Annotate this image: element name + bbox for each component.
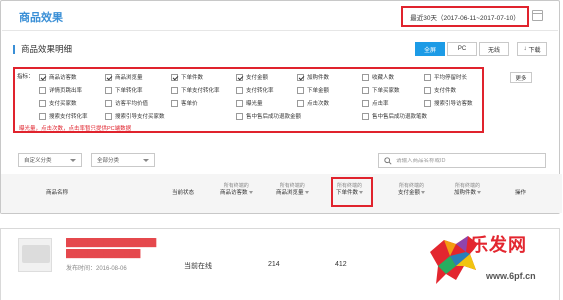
row-views: 412: [335, 261, 347, 268]
metric-option[interactable]: 支付转化率: [236, 86, 274, 94]
search-icon: [384, 156, 392, 165]
sort-icon: [421, 191, 426, 195]
metric-prefix: 指标：: [17, 74, 34, 80]
checkbox[interactable]: [362, 73, 369, 81]
metric-option[interactable]: 支付买家数: [39, 99, 77, 107]
col-cart[interactable]: 所有终端的 加购件数: [454, 183, 482, 197]
tab-wireless[interactable]: 无线: [479, 42, 509, 56]
checkbox[interactable]: [236, 73, 243, 81]
tab-pc[interactable]: PC: [447, 42, 477, 56]
metric-option[interactable]: 平均停留时长: [424, 73, 467, 81]
row-visitors: 214: [268, 261, 280, 268]
metric-option[interactable]: 商品访客数: [39, 73, 77, 81]
metric-option[interactable]: 访客平均价值: [105, 99, 148, 107]
metric-option[interactable]: 加购件数: [297, 73, 329, 81]
metric-option[interactable]: 支付件数: [424, 86, 456, 94]
checkbox[interactable]: [105, 86, 112, 94]
checkbox[interactable]: [105, 112, 112, 120]
page-title: 商品效果: [19, 12, 63, 24]
checkbox[interactable]: [236, 86, 243, 94]
watermark-brand: 乐发网: [470, 235, 527, 256]
checkbox[interactable]: [362, 112, 369, 120]
checkbox[interactable]: [171, 73, 178, 81]
date-range-selector[interactable]: 最近30天（2017-06-11~2017-07-10）: [401, 6, 529, 27]
metric-option[interactable]: 搜索引导支付买家数: [105, 112, 165, 120]
metric-option[interactable]: 搜索引导访客数: [424, 99, 473, 107]
metric-option[interactable]: 收藏人数: [362, 73, 394, 81]
chevron-down-icon: [70, 158, 76, 162]
metric-option[interactable]: 下单金额: [297, 86, 329, 94]
sort-icon: [248, 191, 253, 195]
checkbox[interactable]: [39, 99, 46, 107]
checkbox[interactable]: [236, 99, 243, 107]
checkbox[interactable]: [171, 99, 178, 107]
metric-option[interactable]: 售中售后成功退款金额: [236, 112, 301, 120]
section-title: 商品效果明细: [13, 45, 72, 54]
sort-icon: [304, 191, 309, 195]
checkbox[interactable]: [362, 99, 369, 107]
metric-option[interactable]: 点击率: [362, 99, 389, 107]
checkbox[interactable]: [424, 73, 431, 81]
metric-option[interactable]: 下单转化率: [105, 86, 143, 94]
checkbox[interactable]: [362, 86, 369, 94]
col-visitors[interactable]: 所有终端的 商品访客数: [220, 183, 253, 197]
product-name-redacted[interactable]: █████████████████ ██████████████: [66, 237, 172, 259]
metric-option[interactable]: 下单买家数: [362, 86, 400, 94]
metric-option[interactable]: 客单价: [171, 99, 198, 107]
checkbox[interactable]: [105, 73, 112, 81]
more-button[interactable]: 更多: [510, 72, 532, 83]
checkbox[interactable]: [39, 112, 46, 120]
checkbox[interactable]: [171, 86, 178, 94]
custom-category-dropdown[interactable]: 自定义分类: [18, 153, 82, 167]
metric-option[interactable]: 搜索支付转化率: [39, 112, 88, 120]
product-thumbnail[interactable]: [18, 238, 52, 272]
chevron-down-icon: [143, 158, 149, 162]
checkbox[interactable]: [105, 99, 112, 107]
metric-option[interactable]: 曝光量: [236, 99, 263, 107]
watermark-url: www.6pf.cn: [486, 271, 536, 281]
checkbox[interactable]: [236, 112, 243, 120]
download-label: 下载: [528, 47, 541, 54]
col-payment[interactable]: 所有终端的 支付金额: [398, 183, 426, 197]
search-input[interactable]: [396, 157, 536, 164]
checkbox[interactable]: [39, 73, 46, 81]
checkbox[interactable]: [297, 73, 304, 81]
tab-all[interactable]: 全屏: [415, 42, 445, 56]
checkbox[interactable]: [39, 86, 46, 94]
col-views[interactable]: 所有终端的 商品浏览量: [276, 183, 309, 197]
watermark-logo: 乐发网 www.6pf.cn: [426, 224, 563, 300]
metric-option[interactable]: 点击次数: [297, 99, 329, 107]
row-status: 当前在线: [184, 263, 212, 270]
divider: [2, 30, 558, 31]
checkbox[interactable]: [424, 99, 431, 107]
metric-option[interactable]: 详情页跳出率: [39, 86, 82, 94]
metrics-note: 曝光量，点击次数，点击率暂只提供PC端数据: [19, 126, 132, 132]
checkbox[interactable]: [297, 86, 304, 94]
calendar-icon[interactable]: [532, 10, 543, 21]
download-icon: ↓: [523, 46, 527, 52]
checkbox[interactable]: [424, 86, 431, 94]
sort-icon: [477, 191, 482, 195]
checkbox[interactable]: [297, 99, 304, 107]
download-button[interactable]: ↓ 下载: [517, 42, 547, 56]
publish-time: 发布时间：2016-08-06: [66, 266, 127, 272]
metric-option[interactable]: 下单件数: [171, 73, 203, 81]
metric-option[interactable]: 支付金额: [236, 73, 268, 81]
metric-selector: 指标： 商品访客数 商品浏览量 下单件数 支付金额 加购件数 收藏人数 平均停留…: [13, 67, 484, 133]
highlight-box: [331, 177, 373, 207]
col-action: 操作: [515, 190, 527, 196]
col-status: 当前状态: [172, 190, 195, 196]
col-product-name: 商品名称: [46, 190, 69, 196]
all-category-dropdown[interactable]: 全部分类: [91, 153, 155, 167]
metric-option[interactable]: 下单支付转化率: [171, 86, 220, 94]
product-search[interactable]: [378, 153, 546, 168]
metric-option[interactable]: 商品浏览量: [105, 73, 143, 81]
metric-option[interactable]: 售中售后成功退款笔数: [362, 112, 427, 120]
